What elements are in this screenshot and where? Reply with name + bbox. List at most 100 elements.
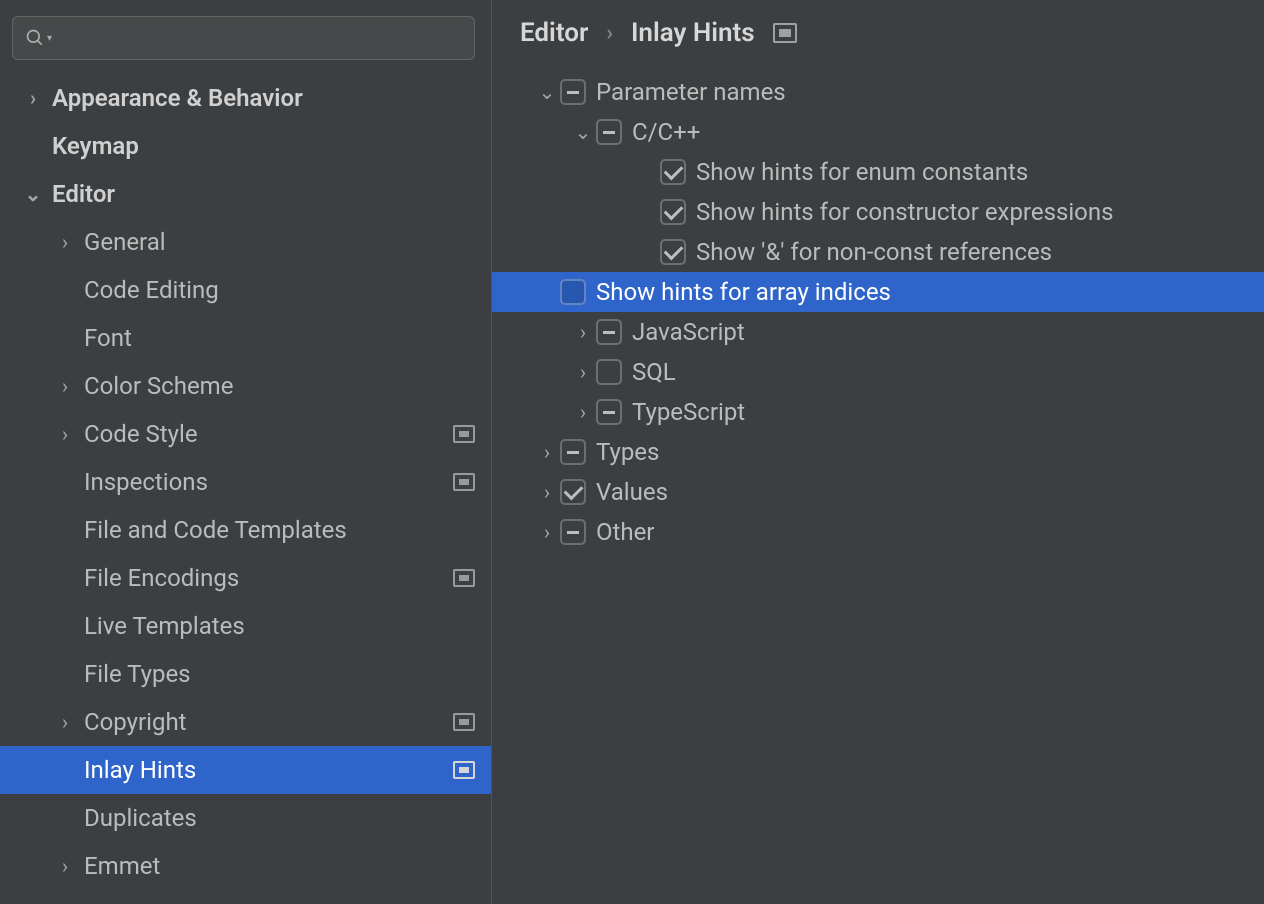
sidebar-item-label: File Types (84, 660, 475, 688)
chevron-down-icon: ⌄ (570, 120, 596, 144)
tree-item-label: Types (596, 438, 659, 466)
sidebar-item-label: Emmet (84, 852, 475, 880)
tree-row[interactable]: › SQL (534, 352, 1264, 392)
sidebar-item[interactable]: ⌄ Editor (0, 170, 491, 218)
checkbox[interactable] (560, 279, 586, 305)
project-settings-icon (453, 425, 475, 443)
checkbox[interactable] (596, 359, 622, 385)
project-settings-icon (453, 473, 475, 491)
sidebar-item-label: Keymap (52, 132, 475, 160)
chevron-right-icon: › (570, 360, 596, 384)
search-dropdown-icon: ▾ (47, 33, 52, 44)
chevron-right-icon: › (534, 440, 560, 464)
sidebar-item-label: Color Scheme (84, 372, 475, 400)
checkbox[interactable] (660, 159, 686, 185)
sidebar-item-label: Copyright (84, 708, 445, 736)
tree-item-label: JavaScript (632, 318, 745, 346)
sidebar-item-label: Duplicates (84, 804, 475, 832)
chevron-right-icon: › (534, 520, 560, 544)
tree-row[interactable]: › JavaScript (534, 312, 1264, 352)
tree-row[interactable]: ⌄ C/C++ (534, 112, 1264, 152)
checkbox[interactable] (660, 239, 686, 265)
breadcrumb: Editor › Inlay Hints (520, 18, 1264, 72)
tree-row[interactable]: › Values (534, 472, 1264, 512)
sidebar-item[interactable]: › Copyright (0, 698, 491, 746)
checkbox[interactable] (596, 319, 622, 345)
sidebar-item[interactable]: ›Color Scheme (0, 362, 491, 410)
tree-item-label: Show hints for array indices (596, 278, 891, 306)
tree-item-label: Show '&' for non-const references (696, 238, 1052, 266)
sidebar-item-label: File and Code Templates (84, 516, 475, 544)
project-settings-icon (453, 569, 475, 587)
chevron-down-icon: ⌄ (534, 80, 560, 104)
tree-row[interactable]: › TypeScript (534, 392, 1264, 432)
checkbox[interactable] (660, 199, 686, 225)
tree-row[interactable]: ⌄Parameter names (534, 72, 1264, 112)
chevron-right-icon: › (54, 854, 76, 878)
tree-row[interactable]: Show hints for constructor expressions (534, 192, 1264, 232)
chevron-right-icon: › (570, 400, 596, 424)
checkbox[interactable] (596, 119, 622, 145)
sidebar-item-label: Appearance & Behavior (52, 84, 475, 112)
sidebar-item[interactable]: Keymap (0, 122, 491, 170)
search-icon (25, 28, 45, 48)
sidebar-item[interactable]: Inspections (0, 458, 491, 506)
sidebar-item[interactable]: › General (0, 218, 491, 266)
project-settings-icon (453, 713, 475, 731)
tree-item-label: TypeScript (632, 398, 745, 426)
sidebar-item[interactable]: › Appearance & Behavior (0, 74, 491, 122)
tree-row[interactable]: › Types (534, 432, 1264, 472)
sidebar-item[interactable]: Inlay Hints (0, 746, 491, 794)
sidebar-item[interactable]: Code Editing (0, 266, 491, 314)
tree-item-label: Show hints for enum constants (696, 158, 1028, 186)
inlay-hints-tree: ⌄Parameter names⌄C/C++Show hints for enu… (520, 72, 1264, 552)
tree-row[interactable]: Show hints for enum constants (534, 152, 1264, 192)
chevron-right-icon: › (22, 86, 44, 110)
sidebar-search-wrap: ▾ (0, 0, 491, 70)
checkbox[interactable] (560, 519, 586, 545)
tree-row[interactable]: Show hints for array indices (492, 272, 1264, 312)
tree-row[interactable]: › Other (534, 512, 1264, 552)
chevron-right-icon: › (534, 480, 560, 504)
chevron-right-icon: › (54, 230, 76, 254)
sidebar-item-label: Editor (52, 180, 475, 208)
checkbox[interactable] (596, 399, 622, 425)
sidebar-item[interactable]: File Types (0, 650, 491, 698)
chevron-down-icon: ⌄ (22, 182, 44, 206)
sidebar-item[interactable]: Live Templates (0, 602, 491, 650)
project-settings-icon (773, 23, 797, 43)
tree-row[interactable]: Show '&' for non-const references (534, 232, 1264, 272)
settings-sidebar: ▾ › Appearance & Behavior Keymap ⌄ Editor › Ge… (0, 0, 492, 904)
breadcrumb-parent[interactable]: Editor (520, 18, 588, 48)
tree-item-label: Show hints for constructor expressions (696, 198, 1114, 226)
main-panel: Editor › Inlay Hints ⌄Parameter names⌄C/… (492, 0, 1264, 904)
sidebar-item[interactable]: › Code Style (0, 410, 491, 458)
sidebar-item-label: General (84, 228, 475, 256)
chevron-right-icon: › (54, 710, 76, 734)
sidebar-item-label: Live Templates (84, 612, 475, 640)
checkbox[interactable] (560, 479, 586, 505)
sidebar-item[interactable]: Font (0, 314, 491, 362)
search-input[interactable]: ▾ (12, 16, 475, 60)
tree-item-label: Other (596, 518, 654, 546)
sidebar-item[interactable]: File Encodings (0, 554, 491, 602)
sidebar-item-label: Code Editing (84, 276, 475, 304)
tree-item-label: Values (596, 478, 668, 506)
sidebar-item[interactable]: › Emmet (0, 842, 491, 890)
sidebar-item[interactable]: Duplicates (0, 794, 491, 842)
breadcrumb-current: Inlay Hints (631, 18, 755, 48)
chevron-right-icon: › (54, 422, 76, 446)
sidebar-item-label: Inlay Hints (84, 756, 445, 784)
project-settings-icon (453, 761, 475, 779)
tree-item-label: SQL (632, 358, 676, 386)
sidebar-nav: › Appearance & Behavior Keymap ⌄ Editor › Gene… (0, 70, 491, 904)
chevron-right-icon: › (570, 320, 596, 344)
sidebar-item-label: File Encodings (84, 564, 445, 592)
sidebar-item-label: Code Style (84, 420, 445, 448)
sidebar-item[interactable]: File and Code Templates (0, 506, 491, 554)
sidebar-item-label: Font (84, 324, 475, 352)
checkbox[interactable] (560, 439, 586, 465)
sidebar-item-label: Inspections (84, 468, 445, 496)
tree-item-label: C/C++ (632, 118, 700, 146)
checkbox[interactable] (560, 79, 586, 105)
